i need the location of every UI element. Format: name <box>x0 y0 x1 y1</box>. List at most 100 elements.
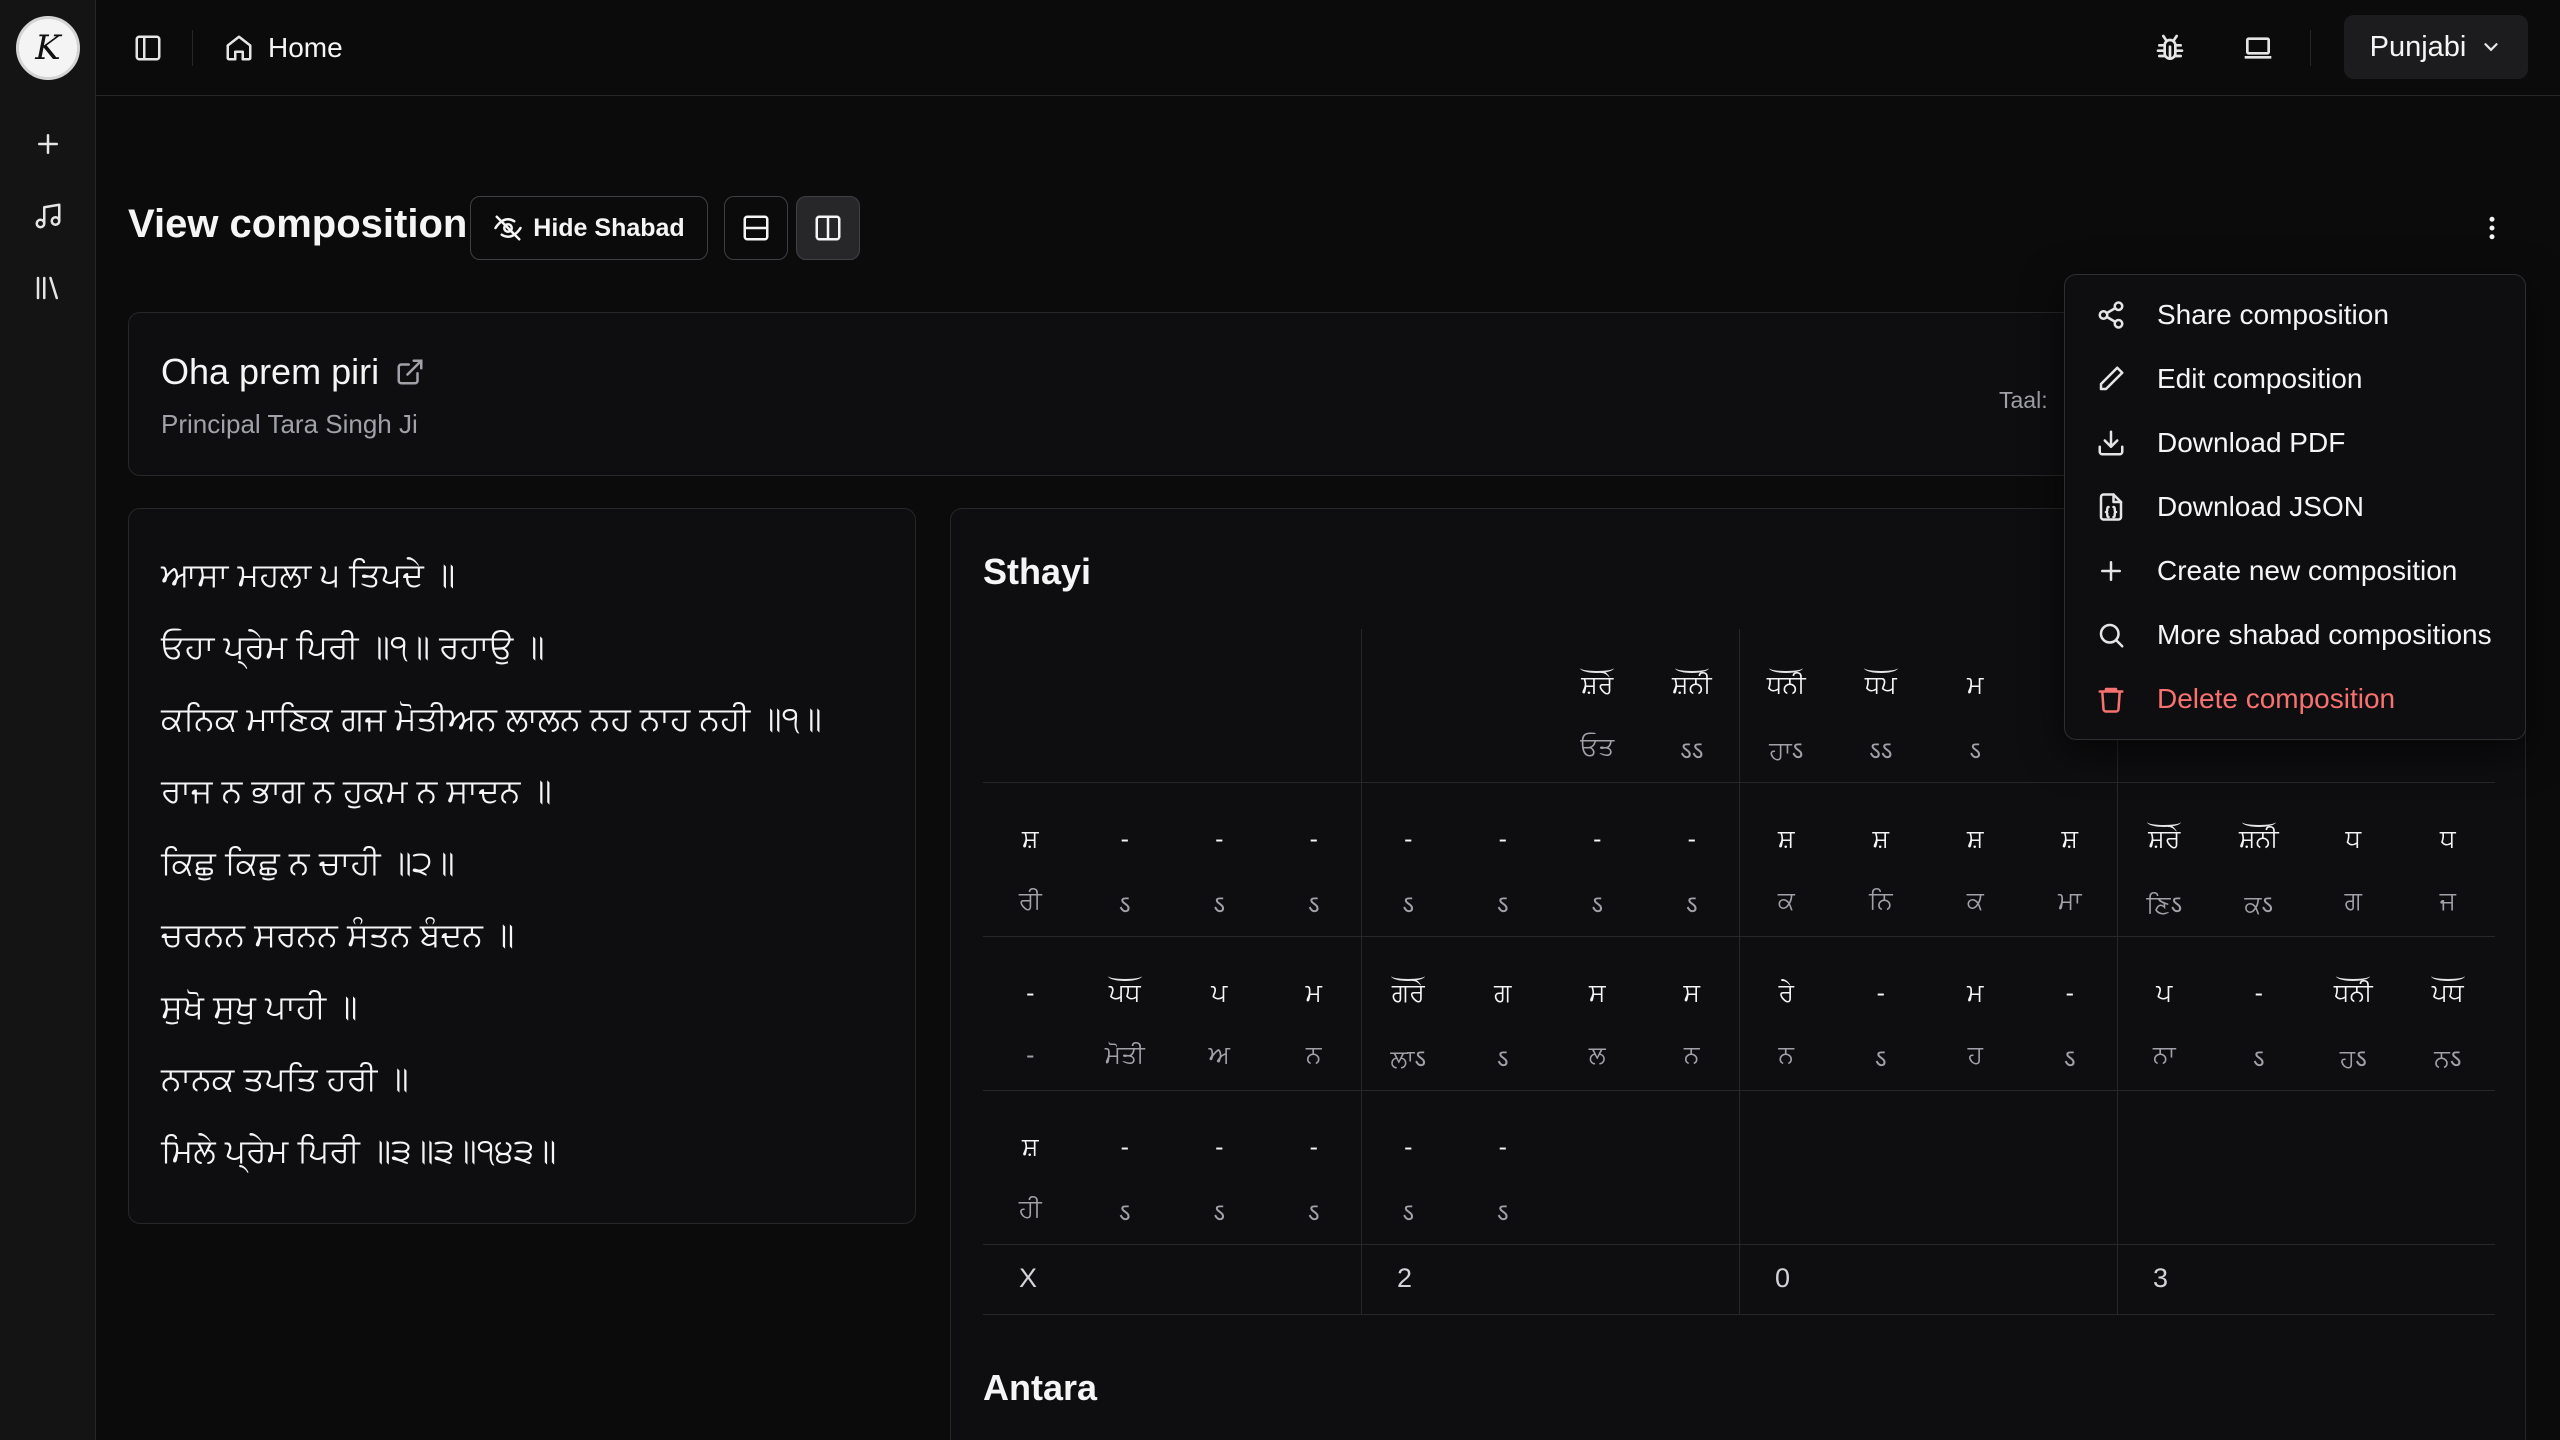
bol-syllable: ਮੋਤੀ <box>1104 1041 1145 1069</box>
library-button[interactable] <box>24 264 72 312</box>
notation-cell <box>1645 1091 1740 1245</box>
swar-note: - <box>1026 979 1035 1007</box>
breadcrumb-home[interactable]: Home <box>224 24 343 72</box>
language-label: Punjabi <box>2369 30 2467 63</box>
notation-cell <box>1267 629 1362 783</box>
swar-note: ਮ <box>1967 979 1984 1007</box>
external-link-icon[interactable] <box>395 357 425 387</box>
notation-cell <box>983 629 1078 783</box>
bol-syllable: ਨਿ <box>1868 887 1893 915</box>
bol-syllable: ਨ <box>1778 1041 1795 1069</box>
notation-cell: ਧਨੀ ਹऽ <box>2306 937 2401 1091</box>
swar-note: ਸ <box>1683 979 1701 1007</box>
bol-syllable: ਹ <box>1967 1041 1983 1069</box>
bol-syllable: ਰੀ <box>1018 887 1042 915</box>
split-view-button[interactable] <box>796 196 860 260</box>
sidebar: K <box>0 0 96 1440</box>
notation-cell: ਧਨੀ ਹਾऽ <box>1739 629 1834 783</box>
swar-note: ਪਧ <box>1108 979 1141 1007</box>
notation-cell: -ऽ <box>1361 783 1456 937</box>
notation-cell: ਸ਼ਰੇ ਣਿऽ <box>2117 783 2212 937</box>
shabad-line: ਮਿਲੇ ਪ੍ਰੇਮ ਪਿਰੀ ॥੩॥੩॥੧੪੩॥ <box>161 1132 557 1169</box>
bol-syllable: ਣਿऽ <box>2146 891 2183 919</box>
logo-letter: K <box>35 28 61 68</box>
debug-button[interactable] <box>2148 26 2192 70</box>
app-logo[interactable]: K <box>16 16 80 80</box>
display-button[interactable] <box>2236 26 2280 70</box>
add-button[interactable] <box>24 120 72 168</box>
notation-cell: -ऽ <box>1267 783 1362 937</box>
swar-note: ਪਧ <box>2431 979 2464 1007</box>
menu-item-label: Download JSON <box>2157 491 2364 522</box>
menu-item-share-composition[interactable]: Share composition <box>2073 283 2517 347</box>
menu-item-label: Download PDF <box>2157 427 2346 458</box>
menu-item-label: More shabad compositions <box>2157 619 2492 650</box>
more-options-button[interactable] <box>2466 202 2518 254</box>
swar-note: - <box>2065 979 2074 1007</box>
swar-note: ਗਰੇ <box>1391 979 1425 1007</box>
swar-note: ਸ਼ਨੀ <box>2238 825 2279 853</box>
vibhag-divider <box>2117 1245 2118 1314</box>
meend-arc <box>1674 663 1709 673</box>
topbar-divider <box>192 30 193 66</box>
menu-item-download-pdf[interactable]: Download PDF <box>2073 411 2517 475</box>
notation-row: ਸ਼ ਰੀ - ऽ - ऽ - ऽ - ऽ - ऽ - ऽ - ऽ ਸ਼ ਕ ਸ਼ ਨਿ ਸ਼ ਕ ਸ਼ ਮਾ ਸ਼ਰੇ ਣਿऽ ਸ… <box>983 783 2495 937</box>
notation-cell <box>1550 1091 1645 1245</box>
music-button[interactable] <box>24 192 72 240</box>
bol-syllable: ਜ <box>2439 887 2456 915</box>
shabad-line: ਚਰਨਨ ਸਰਨਨ ਸੰਤਨ ਬੰਦਨ ॥ <box>161 916 515 953</box>
bol-syllable: ऽ <box>1213 1199 1226 1227</box>
bol-syllable: ऽ <box>1307 891 1320 919</box>
vibhag-divider <box>1361 1245 1362 1314</box>
stacked-view-button[interactable] <box>724 196 788 260</box>
bol-syllable: ऽ <box>1307 1199 1320 1227</box>
shabad-line: ਸੁਖੋ ਸੁਖੁ ਪਾਹੀ ॥ <box>161 988 358 1025</box>
swar-note: - <box>1309 1133 1318 1161</box>
menu-item-more-shabad-compositions[interactable]: More shabad compositions <box>2073 603 2517 667</box>
swar-note: - <box>1120 825 1129 853</box>
topbar-divider-right <box>2310 30 2311 66</box>
bol-syllable: ਲ <box>1588 1041 1606 1069</box>
bol-syllable: ऽ <box>1118 891 1131 919</box>
bol-syllable: ਅ <box>1208 1041 1230 1069</box>
swar-note: - <box>1498 1133 1507 1161</box>
bol-syllable: ऽऽ <box>1680 737 1704 765</box>
bol-syllable: ਨਾ <box>2152 1041 2176 1069</box>
swar-note: - <box>1687 825 1696 853</box>
columns-icon <box>815 215 841 241</box>
swar-note: - <box>2254 979 2263 1007</box>
language-select[interactable]: Punjabi <box>2344 15 2528 79</box>
swar-note: ਸ਼ <box>1872 825 1890 853</box>
search-icon <box>2095 619 2127 651</box>
hide-shabad-button[interactable]: Hide Shabad <box>470 196 708 260</box>
bol-syllable: - <box>1026 1041 1035 1069</box>
menu-item-download-json[interactable]: Download JSON <box>2073 475 2517 539</box>
library-icon <box>36 276 58 300</box>
plus-icon <box>2095 555 2127 587</box>
swar-note: ਧਨੀ <box>2333 979 2373 1007</box>
notation-cell <box>2023 1091 2118 1245</box>
notation-cell: -ऽ <box>1267 1091 1362 1245</box>
menu-item-delete-composition[interactable]: Delete composition <box>2073 667 2517 731</box>
swar-note: ਸ਼ਰੇ <box>1581 671 1614 699</box>
bol-syllable: ਹੀ <box>1018 1195 1042 1223</box>
vibhag-divider <box>1739 1245 1740 1314</box>
taal-label: Taal: <box>1999 387 2048 413</box>
taali-marker: 2 <box>1397 1263 1413 1293</box>
toggle-sidebar-button[interactable] <box>126 26 170 70</box>
menu-item-create-new-composition[interactable]: Create new composition <box>2073 539 2517 603</box>
menu-item-edit-composition[interactable]: Edit composition <box>2073 347 2517 411</box>
bol-syllable: ऽ <box>1591 891 1604 919</box>
meend-arc <box>1863 663 1898 673</box>
notation-cell: ਪਅ <box>1172 937 1267 1091</box>
bol-syllable: ऽ <box>1496 1045 1509 1073</box>
swar-note: - <box>1120 1133 1129 1161</box>
swar-note: ਸ਼ <box>1966 825 1984 853</box>
notation-cell: ਸ਼ਨੀ ਕऽ <box>2212 783 2307 937</box>
bol-syllable: ਨऽ <box>2434 1045 2462 1073</box>
notation-cell: ਸ਼ ਮਾ <box>2023 783 2118 937</box>
meend-arc <box>1769 663 1804 673</box>
notation-cell: ਸ਼ਰੇ ਓਤ <box>1550 629 1645 783</box>
notation-cell: ਧਪ ऽऽ <box>1834 629 1929 783</box>
meend-arc <box>1391 971 1426 981</box>
